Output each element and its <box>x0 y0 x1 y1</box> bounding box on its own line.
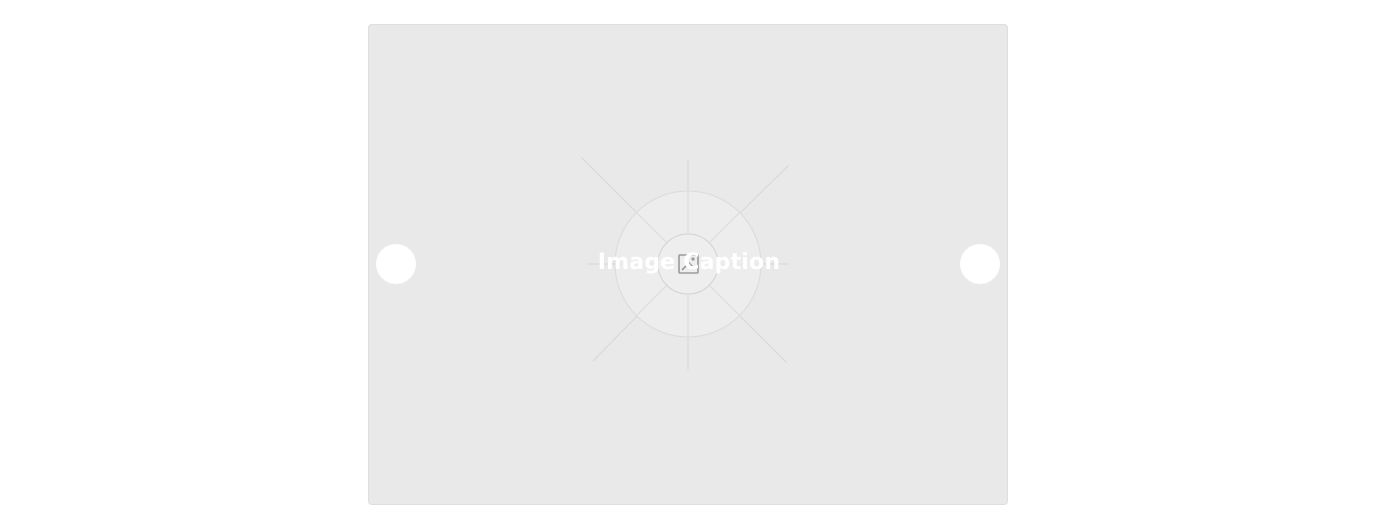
previous-slide-button[interactable] <box>376 244 416 284</box>
image-caption: Image Caption <box>597 250 781 275</box>
next-slide-button[interactable] <box>960 244 1000 284</box>
image-carousel: Image Caption <box>368 24 1008 505</box>
